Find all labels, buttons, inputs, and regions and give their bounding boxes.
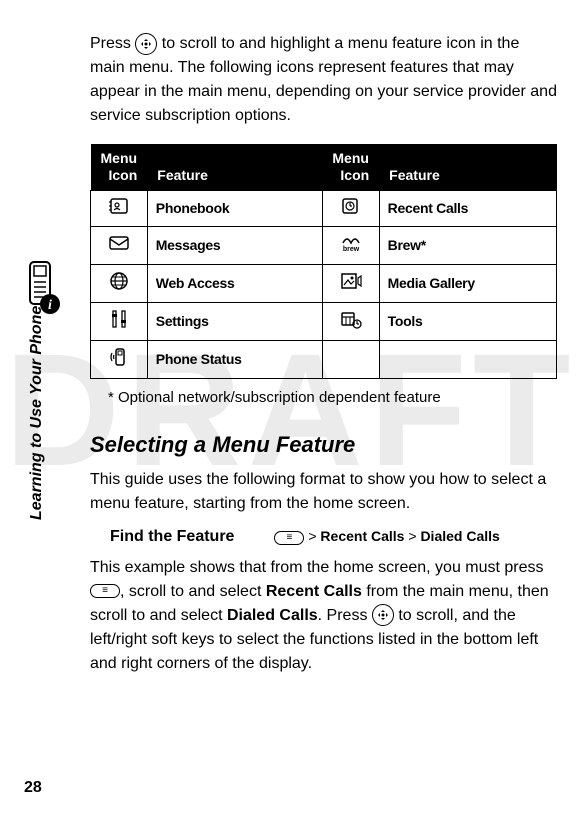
table-row: Phonebook Recent Calls	[91, 190, 557, 226]
page-number: 28	[24, 779, 42, 797]
phone-status-icon	[91, 340, 148, 378]
web-access-icon	[91, 264, 148, 302]
intro-text-post: to scroll to and highlight a menu featur…	[90, 35, 557, 124]
table-footnote: * Optional network/subscription dependen…	[108, 389, 557, 406]
feature-label: Settings	[147, 302, 322, 340]
nav-key-icon	[372, 604, 394, 626]
nav-key-icon	[135, 33, 157, 55]
table-row: Phone Status	[91, 340, 557, 378]
find-feature-row: Find the Feature > Recent Calls > Dialed…	[110, 528, 557, 546]
intro-paragraph: Press to scroll to and highlight a menu …	[90, 32, 557, 128]
recent-calls-icon	[322, 190, 379, 226]
header-menu-icon-2: MenuIcon	[322, 144, 379, 190]
table-row: Settings Tools	[91, 302, 557, 340]
feature-label: Tools	[379, 302, 556, 340]
feature-label: Phone Status	[147, 340, 322, 378]
feature-label: Brew*	[379, 226, 556, 264]
feature-label: Messages	[147, 226, 322, 264]
phonebook-icon	[91, 190, 148, 226]
brew-icon: brew	[322, 226, 379, 264]
feature-label: Phonebook	[147, 190, 322, 226]
find-feature-path: > Recent Calls > Dialed Calls	[274, 528, 499, 544]
empty-cell	[322, 340, 379, 378]
header-feature-1: Feature	[147, 144, 322, 190]
messages-icon	[91, 226, 148, 264]
menu-key-icon	[274, 531, 304, 545]
feature-label: Web Access	[147, 264, 322, 302]
menu-key-icon	[90, 584, 120, 598]
svg-text:brew: brew	[343, 246, 360, 253]
feature-label: Recent Calls	[379, 190, 556, 226]
table-row: Messages brew Brew*	[91, 226, 557, 264]
page-content: Press to scroll to and highlight a menu …	[0, 0, 581, 710]
settings-icon	[91, 302, 148, 340]
svg-text:i: i	[48, 298, 52, 313]
table-row: Web Access Media Gallery	[91, 264, 557, 302]
media-gallery-icon	[322, 264, 379, 302]
empty-cell	[379, 340, 556, 378]
section-heading: Selecting a Menu Feature	[90, 432, 557, 458]
example-paragraph: This example shows that from the home sc…	[90, 556, 557, 676]
feature-label: Media Gallery	[379, 264, 556, 302]
table-header-row: MenuIcon Feature MenuIcon Feature	[91, 144, 557, 190]
guide-intro-paragraph: This guide uses the following format to …	[90, 468, 557, 516]
menu-features-table: MenuIcon Feature MenuIcon Feature Phoneb…	[90, 144, 557, 379]
intro-text-pre: Press	[90, 35, 135, 52]
header-menu-icon-1: MenuIcon	[91, 144, 148, 190]
tools-icon	[322, 302, 379, 340]
find-the-feature-label: Find the Feature	[110, 528, 234, 546]
phone-info-icon: i	[20, 260, 64, 321]
header-feature-2: Feature	[379, 144, 556, 190]
